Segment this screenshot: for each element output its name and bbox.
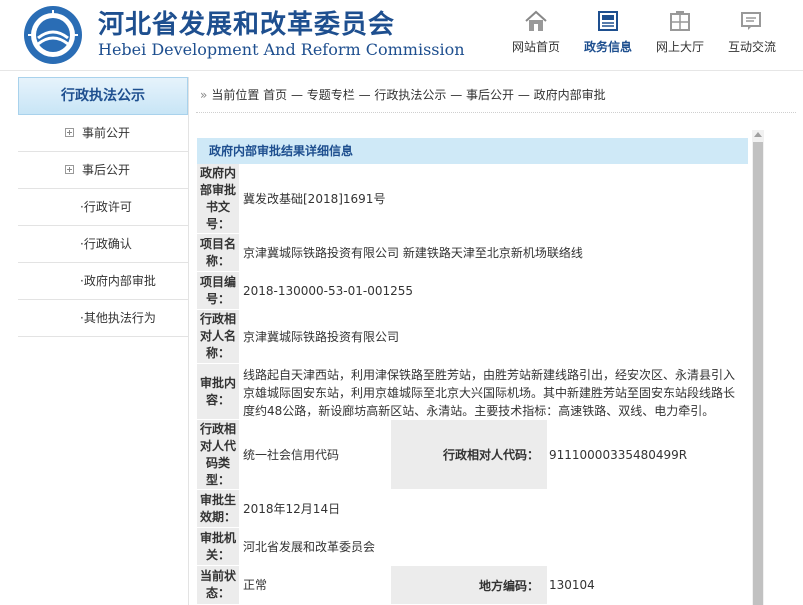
nav-interaction-label: 互动交流 — [727, 40, 776, 54]
breadcrumb-marker: » — [200, 88, 208, 102]
sidebar-item-admin-license[interactable]: ·行政许可 — [18, 189, 188, 226]
row-label: 项目名称： — [197, 234, 239, 271]
home-icon — [525, 10, 547, 31]
main-nav: 网站首页 政务信息 网上大厅 互动交流 — [500, 8, 800, 64]
nav-online-hall[interactable]: 网上大厅 — [644, 8, 716, 64]
row-subvalue: 91110000335480499R — [549, 447, 688, 462]
header-divider — [0, 70, 803, 71]
sidebar-item-other-enforcement[interactable]: ·其他执法行为 — [18, 300, 188, 337]
table-row: 项目名称： 京津冀城际铁路投资有限公司 新建铁路天津至北京新机场联络线 — [197, 234, 748, 272]
expand-icon — [65, 165, 74, 174]
table-row: 项目编号： 2018-130000-53-01-001255 — [197, 272, 748, 310]
nav-home[interactable]: 网站首页 — [500, 8, 572, 64]
scroll-up-icon[interactable] — [754, 132, 762, 137]
row-label: 政府内部审批书文号： — [197, 164, 239, 233]
scrollbar[interactable] — [752, 130, 764, 605]
row-value: 京津冀城际铁路投资有限公司 — [243, 329, 400, 344]
row-label: 审批生效期： — [197, 490, 239, 527]
table-row: 行政相对人名称： 京津冀城际铁路投资有限公司 — [197, 310, 748, 364]
nav-home-label: 网站首页 — [511, 40, 560, 54]
row-label: 当前状态： — [197, 566, 239, 604]
sidebar-item-label: ·政府内部审批 — [80, 274, 156, 288]
row-value: 2018-130000-53-01-001255 — [243, 283, 414, 298]
table-row: 审批内容： 线路起自天津西站，利用津保铁路至胜芳站，由胜芳站新建线路引出，经安次… — [197, 364, 748, 420]
table-row: 政府内部审批书文号： 冀发改基础[2018]1691号 — [197, 164, 748, 234]
scroll-thumb[interactable] — [753, 142, 763, 605]
row-value: 正常 — [243, 578, 268, 592]
sidebar-divider — [188, 77, 189, 605]
sidebar-item-label: ·行政许可 — [80, 200, 132, 214]
sidebar-item-admin-confirmation[interactable]: ·行政确认 — [18, 226, 188, 263]
nav-interaction[interactable]: 互动交流 — [716, 8, 788, 64]
table-row: 审批机关： 河北省发展和改革委员会 — [197, 528, 748, 566]
sidebar-item-label: ·行政确认 — [80, 237, 132, 251]
row-label: 审批机关： — [197, 528, 239, 565]
breadcrumb-divider — [196, 112, 796, 113]
sidebar-item-label: ·其他执法行为 — [80, 311, 156, 325]
panel-title: 政府内部审批结果详细信息 — [197, 138, 748, 164]
expand-icon — [65, 128, 74, 137]
building-icon — [670, 11, 690, 31]
row-value: 统一社会信用代码 — [243, 447, 340, 462]
row-label: 行政相对人名称： — [197, 310, 239, 363]
row-value: 线路起自天津西站，利用津保铁路至胜芳站，由胜芳站新建线路引出，经安次区、永清县引… — [243, 368, 736, 418]
row-value: 京津冀城际铁路投资有限公司 新建铁路天津至北京新机场联络线 — [243, 245, 583, 260]
sidebar-item-internal-approval[interactable]: ·政府内部审批 — [18, 263, 188, 300]
sidebar-item-label: 事后公开 — [82, 163, 131, 177]
table-row: 当前状态： 正常 地方编码： 130104 — [197, 566, 748, 605]
site-title-english: Hebei Development And Reform Commission — [98, 40, 465, 59]
row-subvalue: 130104 — [549, 578, 595, 592]
breadcrumb-text[interactable]: 当前位置 首页 — 专题专栏 — 行政执法公示 — 事后公开 — 政府内部审批 — [211, 88, 605, 102]
sidebar-item-label: 事前公开 — [82, 126, 131, 140]
table-row: 审批生效期： 2018年12月14日 — [197, 490, 748, 528]
row-value: 2018年12月14日 — [243, 501, 341, 516]
breadcrumb: » 当前位置 首页 — 专题专栏 — 行政执法公示 — 事后公开 — 政府内部审批 — [200, 86, 790, 104]
commission-logo-icon[interactable] — [22, 4, 84, 66]
site-header: 河北省发展和改革委员会 Hebei Development And Reform… — [0, 0, 803, 70]
chat-icon — [741, 12, 761, 30]
sidebar-title: 行政执法公示 — [18, 77, 188, 115]
row-sublabel: 地方编码： — [391, 566, 547, 604]
row-label: 审批内容： — [197, 364, 239, 419]
table-row: 行政相对人代码类型： 统一社会信用代码 行政相对人代码： 91110000335… — [197, 420, 748, 490]
sidebar-item-pre-disclosure[interactable]: 事前公开 — [18, 115, 188, 152]
row-label: 行政相对人代码类型： — [197, 420, 239, 489]
row-label: 项目编号： — [197, 272, 239, 309]
row-value: 河北省发展和改革委员会 — [243, 539, 376, 554]
nav-gov-info-label: 政务信息 — [583, 40, 632, 54]
sidebar: 行政执法公示 事前公开 事后公开 ·行政许可 ·行政确认 ·政府内部审批 ·其他… — [18, 77, 188, 605]
row-value: 冀发改基础[2018]1691号 — [243, 191, 386, 206]
document-icon — [598, 11, 618, 31]
nav-online-hall-label: 网上大厅 — [655, 40, 704, 54]
row-sublabel: 行政相对人代码： — [391, 420, 547, 489]
sidebar-item-post-disclosure[interactable]: 事后公开 — [18, 152, 188, 189]
nav-gov-info[interactable]: 政务信息 — [572, 8, 644, 64]
site-title: 河北省发展和改革委员会 — [98, 10, 396, 40]
